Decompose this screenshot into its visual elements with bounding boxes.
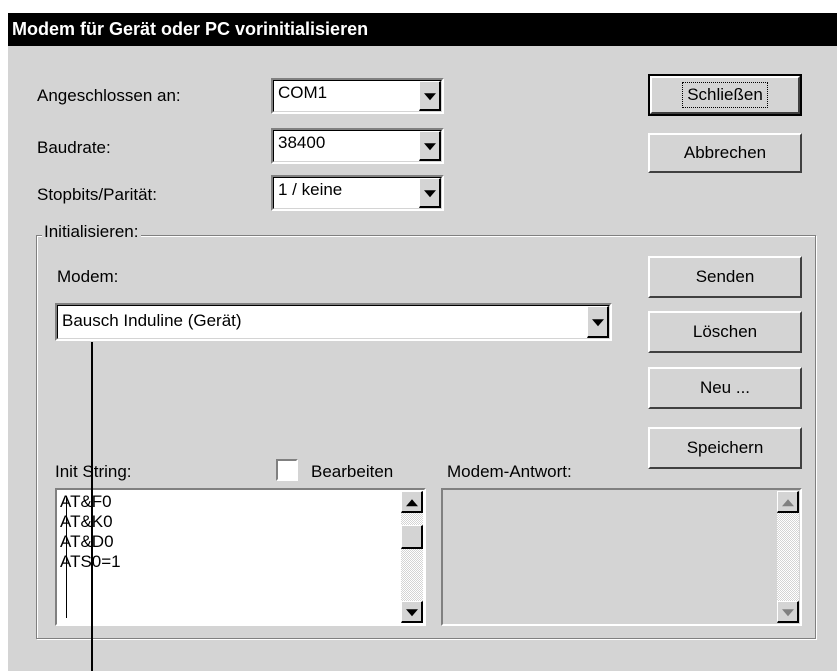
dropdown-arrow-icon bbox=[423, 189, 436, 197]
baud-value: 38400 bbox=[278, 133, 326, 152]
modem-dropdown-button[interactable] bbox=[587, 306, 609, 338]
edit-checkbox[interactable] bbox=[276, 459, 298, 481]
stopbits-select[interactable]: 1 / keine bbox=[271, 175, 444, 211]
save-button[interactable]: Speichern bbox=[648, 427, 802, 469]
scroll-up-arrow-icon bbox=[405, 498, 418, 506]
port-value: COM1 bbox=[278, 83, 328, 102]
init-string-scrollbar[interactable] bbox=[401, 491, 423, 623]
init-string-listbox[interactable]: AT&F0 AT&K0 AT&D0 ATS0=1 bbox=[55, 488, 426, 626]
dropdown-arrow-icon bbox=[591, 318, 604, 326]
send-button[interactable]: Senden bbox=[648, 256, 802, 298]
baud-dropdown-button[interactable] bbox=[419, 131, 441, 161]
response-label: Modem-Antwort: bbox=[447, 462, 572, 481]
modem-response-listbox bbox=[441, 488, 802, 626]
scroll-up-button[interactable] bbox=[401, 491, 423, 513]
response-scroll-up-button bbox=[777, 491, 799, 513]
init-group-title: Initialisieren: bbox=[42, 222, 141, 242]
stopbits-dropdown-button[interactable] bbox=[419, 178, 441, 208]
scroll-up-arrow-icon bbox=[781, 498, 794, 506]
scroll-down-button[interactable] bbox=[401, 601, 423, 623]
port-dropdown-button[interactable] bbox=[419, 81, 441, 111]
modem-label: Modem: bbox=[57, 267, 119, 286]
stopbits-value: 1 / keine bbox=[278, 180, 343, 199]
port-label: Angeschlossen an: bbox=[37, 86, 181, 105]
response-scroll-down-button bbox=[777, 601, 799, 623]
edit-checkbox-label: Bearbeiten bbox=[311, 462, 394, 481]
port-select[interactable]: COM1 bbox=[271, 78, 444, 114]
text-cursor bbox=[66, 496, 67, 618]
stopbits-label: Stopbits/Parität: bbox=[37, 185, 158, 204]
scroll-down-arrow-icon bbox=[405, 608, 418, 616]
dropdown-arrow-icon bbox=[423, 142, 436, 150]
cancel-button[interactable]: Abbrechen bbox=[648, 133, 802, 173]
baud-select[interactable]: 38400 bbox=[271, 128, 444, 164]
dropdown-arrow-icon bbox=[423, 92, 436, 100]
scroll-down-arrow-icon bbox=[781, 608, 794, 616]
baud-label: Baudrate: bbox=[37, 138, 111, 157]
close-button[interactable]: Schließen bbox=[648, 74, 802, 116]
init-string-label: Init String: bbox=[55, 462, 132, 481]
callout-line bbox=[91, 342, 93, 671]
modem-select[interactable]: Bausch Induline (Gerät) bbox=[55, 303, 612, 341]
delete-button[interactable]: Löschen bbox=[648, 311, 802, 353]
scroll-thumb[interactable] bbox=[401, 525, 423, 549]
response-scrollbar bbox=[777, 491, 799, 623]
modem-value: Bausch Induline (Gerät) bbox=[62, 311, 242, 330]
new-button[interactable]: Neu ... bbox=[648, 367, 802, 409]
window-title: Modem für Gerät oder PC vorinitialisiere… bbox=[8, 13, 837, 46]
